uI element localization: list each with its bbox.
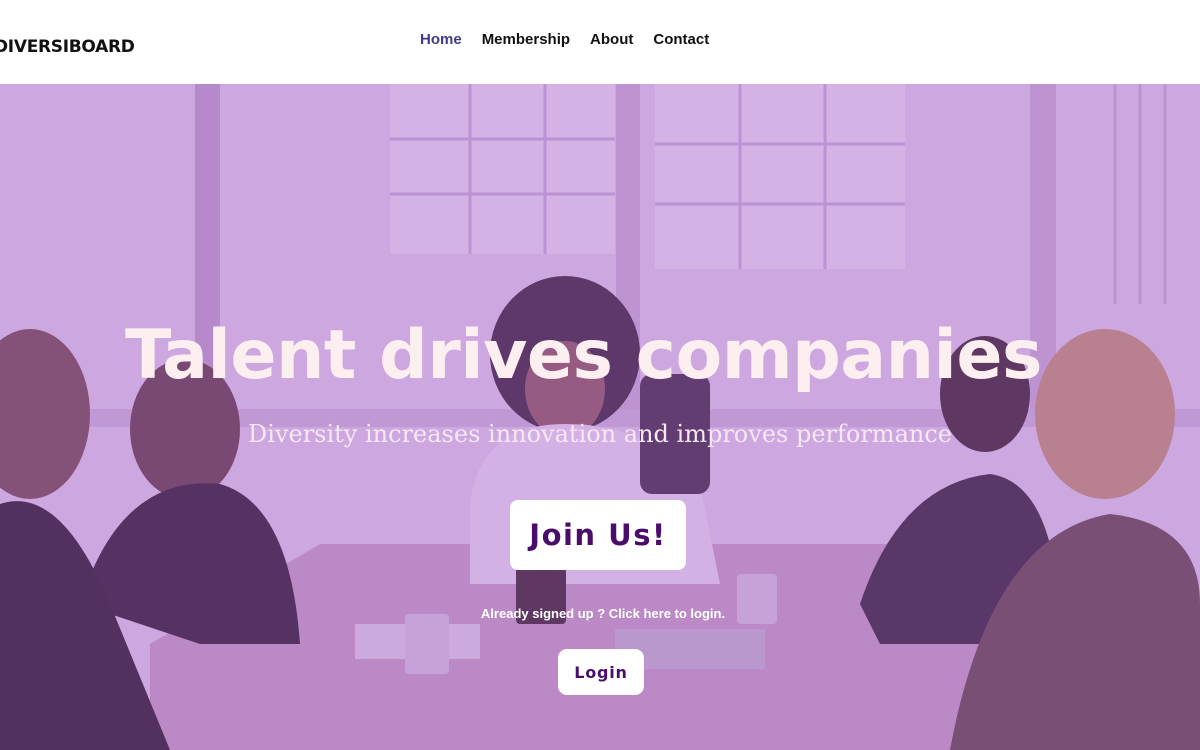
- hero-title: Talent drives companies: [125, 316, 1042, 395]
- nav-link-about[interactable]: About: [590, 31, 633, 48]
- login-prompt-link[interactable]: Already signed up ? Click here to login.: [0, 606, 1200, 621]
- hero-section: Talent drives companies Diversity increa…: [0, 84, 1200, 750]
- nav-link-contact[interactable]: Contact: [653, 31, 709, 48]
- nav-link-home[interactable]: Home: [420, 31, 462, 48]
- main-nav: Home Membership About Contact: [420, 31, 709, 48]
- nav-link-membership[interactable]: Membership: [482, 31, 570, 48]
- site-header: DIVERSIBOARD Home Membership About Conta…: [0, 0, 1200, 84]
- join-us-button[interactable]: Join Us!: [510, 500, 686, 570]
- site-logo[interactable]: DIVERSIBOARD: [0, 37, 135, 57]
- login-button[interactable]: Login: [558, 649, 644, 695]
- hero-subtitle: Diversity increases innovation and impro…: [248, 420, 952, 448]
